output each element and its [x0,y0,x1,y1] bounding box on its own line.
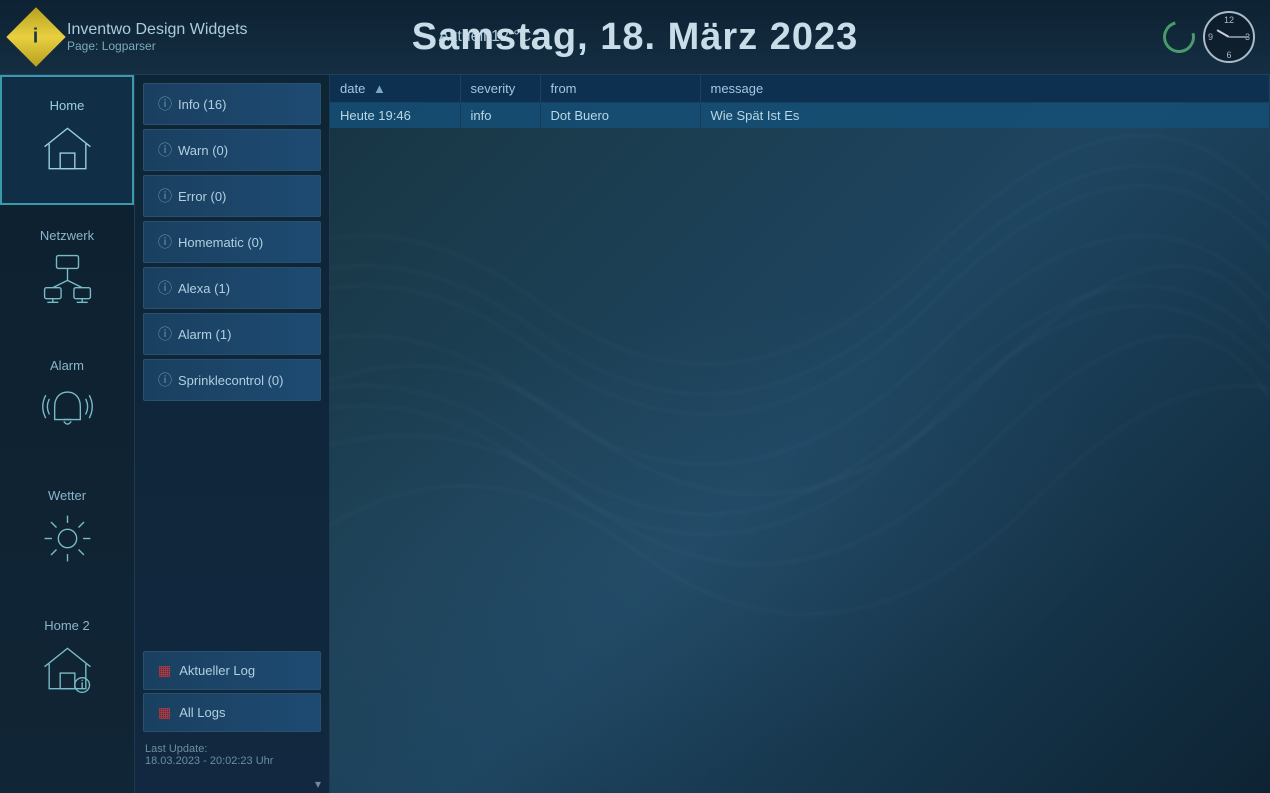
filter-homematic[interactable]: ⓘ Homematic (0) [143,221,321,263]
col-date-label: date [340,81,365,96]
col-header-from[interactable]: from [540,75,700,103]
sidebar-label-wetter: Wetter [48,488,86,503]
header-title-group: Inventwo Design Widgets Page: Logparser [67,21,248,53]
clock-9: 9 [1208,32,1213,42]
netzwerk-icon [40,251,95,313]
sidebar: Home Netzwerk [0,75,135,793]
filter-info-icon: ⓘ [158,94,172,114]
filter-homematic-label: Homematic (0) [178,235,263,250]
table-header-row: date ▲ severity from message [330,75,1270,103]
sidebar-item-home2[interactable]: Home 2 [0,595,134,725]
col-header-message[interactable]: message [700,75,1270,103]
col-message-label: message [711,81,764,96]
table-row[interactable]: Heute 19:46infoDot BueroWie Spät Ist Es [330,103,1270,129]
sidebar-item-netzwerk[interactable]: Netzwerk [0,205,134,335]
filter-info[interactable]: ⓘ Info (16) [143,83,321,125]
sidebar-label-home: Home [50,98,85,113]
filter-alexa-icon: ⓘ [158,278,172,298]
col-header-date[interactable]: date ▲ [330,75,460,103]
last-update-area: Last Update: 18.03.2023 - 20:02:23 Uhr [135,735,329,775]
wetter-icon [40,511,95,573]
date-display: Samstag, 18. März 2023 [412,16,859,59]
logo-letter: i [33,26,39,49]
col-from-label: from [551,81,577,96]
filter-warn-label: Warn (0) [178,143,228,158]
filter-error-label: Error (0) [178,189,226,204]
all-logs-label: All Logs [179,705,225,720]
log-table-body: Heute 19:46infoDot BueroWie Spät Ist Es [330,103,1270,129]
sidebar-item-alarm[interactable]: Alarm [0,335,134,465]
main-layout: Home Netzwerk [0,75,1270,793]
table-cell-from: Dot Buero [540,103,700,129]
col-header-severity[interactable]: severity [460,75,540,103]
filter-warn-icon: ⓘ [158,140,172,160]
aktueller-log-icon: ▦ [158,662,171,679]
home-icon [40,121,95,183]
col-severity-label: severity [471,81,516,96]
header: i Inventwo Design Widgets Page: Logparse… [0,0,1270,75]
log-table: date ▲ severity from message Heute 19 [330,75,1270,128]
filter-error-icon: ⓘ [158,186,172,206]
alarm-icon [40,381,95,443]
sidebar-item-wetter[interactable]: Wetter [0,465,134,595]
refresh-icon [1157,15,1201,59]
clock-area: 12 3 6 9 [1163,11,1255,63]
filter-info-label: Info (16) [178,97,226,112]
filter-alarm[interactable]: ⓘ Alarm (1) [143,313,321,355]
last-update-value: 18.03.2023 - 20:02:23 Uhr [145,755,319,767]
dropdown-indicator[interactable]: ▾ [135,775,329,793]
filter-error[interactable]: ⓘ Error (0) [143,175,321,217]
filter-homematic-icon: ⓘ [158,232,172,252]
filter-warn[interactable]: ⓘ Warn (0) [143,129,321,171]
clock-face: 12 3 6 9 [1203,11,1255,63]
sidebar-item-home[interactable]: Home [0,75,134,205]
filter-alarm-label: Alarm (1) [178,327,231,342]
log-area: date ▲ severity from message Heute 19 [330,75,1270,793]
page-subtitle: Page: Logparser [67,39,248,53]
filter-buttons: ⓘ Info (16) ⓘ Warn (0) ⓘ Error (0) ⓘ Hom… [135,75,329,405]
home2-icon [40,641,95,703]
sort-arrow-date: ▲ [373,81,386,96]
logo-area: i Inventwo Design Widgets Page: Logparse… [15,16,248,58]
filter-alexa-label: Alexa (1) [178,281,230,296]
app-title: Inventwo Design Widgets [67,21,248,39]
filter-alexa[interactable]: ⓘ Alexa (1) [143,267,321,309]
filter-sprinkle-icon: ⓘ [158,370,172,390]
filter-sprinkle[interactable]: ⓘ Sprinklecontrol (0) [143,359,321,401]
clock-minute-hand [1229,37,1248,38]
table-cell-message: Wie Spät Ist Es [700,103,1270,129]
sidebar-label-netzwerk: Netzwerk [40,228,94,243]
action-aktueller-log[interactable]: ▦ Aktueller Log [143,651,321,690]
last-update-label: Last Update: [145,743,319,755]
filter-sprinkle-label: Sprinklecontrol (0) [178,373,284,388]
clock-6: 6 [1226,50,1231,60]
table-cell-date: Heute 19:46 [330,103,460,129]
all-logs-icon: ▦ [158,704,171,721]
action-all-logs[interactable]: ▦ All Logs [143,693,321,732]
filter-alarm-icon: ⓘ [158,324,172,344]
content-panel: ⓘ Info (16) ⓘ Warn (0) ⓘ Error (0) ⓘ Hom… [135,75,330,793]
aktueller-log-label: Aktueller Log [179,663,255,678]
sidebar-label-alarm: Alarm [50,358,84,373]
clock-12: 12 [1224,15,1234,25]
table-cell-severity: info [460,103,540,129]
sidebar-label-home2: Home 2 [44,618,90,633]
action-buttons: ▦ Aktueller Log ▦ All Logs [135,648,329,735]
logo-diamond: i [6,7,65,66]
